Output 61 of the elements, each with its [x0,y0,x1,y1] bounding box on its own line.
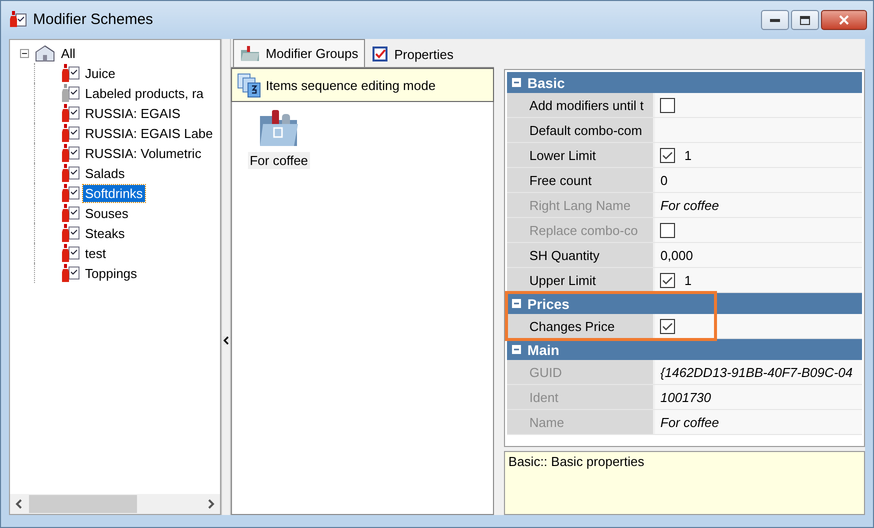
property-name[interactable]: Free count [507,168,656,192]
property-value: 1 [684,148,692,162]
property-value: For coffee [660,198,719,212]
property-value: 0 [660,172,668,188]
tree-item[interactable]: RUSSIA: Volumetric [83,144,204,162]
property-name[interactable]: SH Quantity [507,243,656,267]
minimize-button[interactable] [761,10,789,30]
splitter-handle[interactable] [220,39,231,515]
splitter-handle[interactable] [494,39,504,515]
sequence-mode-bar[interactable]: Items sequence editing mode [230,68,494,102]
tree-item[interactable]: All [59,44,78,62]
property-value: 1 [684,272,692,288]
tree-item[interactable]: RUSSIA: EGAIS [83,104,182,122]
bottle-icon [9,10,27,28]
folder-icon [240,46,260,62]
property-name[interactable]: Lower Limit [507,143,656,167]
property-value: For coffee [660,414,719,430]
property-value: 0,000 [660,248,693,262]
tree-item[interactable]: Juice [83,64,118,82]
tree-item[interactable]: Softdrinks [83,184,145,202]
tree-item[interactable]: RUSSIA: EGAIS Labe [83,124,215,142]
close-icon [839,15,849,25]
maximize-button[interactable] [791,10,819,30]
property-value: 1001730 [660,390,712,404]
sequence-mode-label: Items sequence editing mode [266,78,436,92]
minimize-icon [770,18,780,22]
maximize-icon [800,16,810,24]
folder-icon[interactable] [258,108,300,148]
property-name[interactable]: Add modifiers until t [507,93,656,117]
checkbox[interactable] [660,272,676,288]
window-title: Modifier Schemes [33,10,154,28]
group-label[interactable]: For coffee [248,152,310,169]
category-title: Main [527,342,560,358]
tree-item[interactable]: Souses [83,204,130,222]
tree-item[interactable]: test [83,244,108,262]
horizontal-scrollbar[interactable] [10,494,220,514]
property-name[interactable]: Upper Limit [507,268,656,292]
property-name[interactable]: Changes Price [507,314,656,338]
property-name[interactable]: Default combo-com [507,118,656,142]
tree-item[interactable]: Steaks [83,224,127,242]
house-icon [34,44,56,62]
description-text: Basic:: Basic properties [508,454,644,469]
category-header[interactable]: Prices [507,293,862,314]
checklist-icon [372,46,388,62]
category-title: Basic [527,74,565,90]
scrollbar-thumb[interactable] [29,495,137,513]
stacked-pages-icon [236,72,262,98]
tree-item[interactable]: Toppings [83,264,140,282]
close-button[interactable] [821,10,867,30]
category-title: Prices [527,296,570,312]
category-header[interactable]: Main [507,339,862,360]
tab[interactable]: Modifier Groups [232,39,366,67]
tree-item[interactable]: Salads [83,164,127,182]
checkbox[interactable] [660,98,676,112]
collapse-left-icon[interactable] [222,336,229,345]
collapse-icon[interactable] [20,48,29,58]
category-header[interactable]: Basic [507,72,862,93]
checkbox[interactable] [660,318,676,334]
checkbox[interactable] [660,148,676,162]
tab[interactable]: Properties [365,41,460,67]
property-value: {1462DD13-91BB-40F7-B09C-04 [660,364,853,380]
